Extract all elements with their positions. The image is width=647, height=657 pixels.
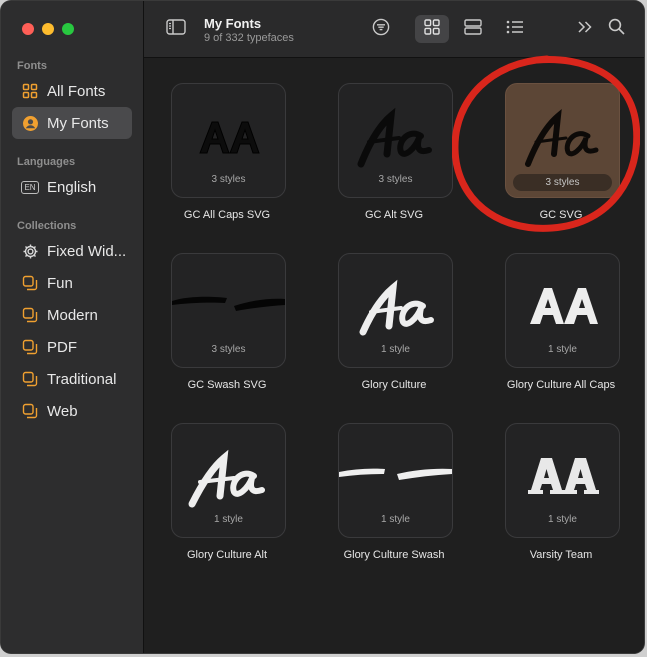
font-card-glory-culture-alt[interactable]: 1 style — [171, 423, 286, 538]
font-grid: 3 styles GC All Caps SVG 3 styles GC Alt… — [144, 58, 644, 653]
style-count: 1 style — [214, 514, 243, 525]
font-card-varsity-team[interactable]: 1 style — [505, 423, 620, 538]
font-book-window: Fonts All Fonts My Fonts Languages EN En… — [1, 1, 644, 653]
sidebar-section-collections: Collections — [17, 220, 77, 232]
more-toolbar-button[interactable] — [568, 15, 602, 43]
sidebar-item-label: Web — [47, 402, 78, 420]
font-card-glory-culture-all-caps[interactable]: 1 style — [505, 253, 620, 368]
window-controls — [22, 23, 74, 35]
font-name: Glory Culture All Caps — [506, 379, 616, 391]
zoom-window-button[interactable] — [62, 23, 74, 35]
style-count: 1 style — [548, 344, 577, 355]
font-card-gc-swash-svg[interactable]: 3 styles — [171, 253, 286, 368]
font-name: Glory Culture — [361, 379, 427, 391]
sidebar-item-label: Fun — [47, 274, 73, 292]
toolbar: My Fonts 9 of 332 typefaces — [144, 1, 644, 58]
collection-icon — [21, 370, 39, 388]
font-card-gc-svg[interactable]: 3 styles — [505, 83, 620, 198]
sidebar-item-label: English — [47, 178, 97, 196]
sidebar-item-fixed-width[interactable]: Fixed Wid... — [12, 235, 132, 267]
collection-icon — [21, 402, 39, 420]
font-name: GC All Caps SVG — [183, 209, 271, 221]
sidebar-item-traditional[interactable]: Traditional — [12, 363, 132, 395]
sidebar-item-english[interactable]: EN English — [12, 171, 132, 203]
list-view-button[interactable] — [498, 15, 532, 43]
font-card-gc-all-caps-svg[interactable]: 3 styles — [171, 83, 286, 198]
sidebar-item-modern[interactable]: Modern — [12, 299, 132, 331]
font-card-gc-alt-svg[interactable]: 3 styles — [338, 83, 453, 198]
collection-icon — [21, 274, 39, 292]
sample-view-button[interactable] — [456, 15, 490, 43]
minimize-window-button[interactable] — [42, 23, 54, 35]
sidebar-item-label: My Fonts — [47, 114, 109, 132]
grid-view-button[interactable] — [415, 15, 449, 43]
sidebar-item-label: Fixed Wid... — [47, 242, 127, 260]
style-count: 3 styles — [211, 344, 246, 355]
typeface-count: 9 of 332 typefaces — [204, 32, 294, 44]
sample-view-icon — [464, 18, 482, 40]
sidebar-item-my-fonts[interactable]: My Fonts — [12, 107, 132, 139]
search-icon — [608, 18, 625, 40]
font-card-glory-culture-swash[interactable]: 1 style — [338, 423, 453, 538]
font-name: Glory Culture Swash — [343, 549, 445, 561]
font-name: GC SVG — [539, 209, 583, 221]
sidebar-item-label: Traditional — [47, 370, 117, 388]
sidebar-item-fun[interactable]: Fun — [12, 267, 132, 299]
filter-button[interactable] — [364, 15, 398, 43]
sidebar-item-label: All Fonts — [47, 82, 106, 100]
sidebar-item-pdf[interactable]: PDF — [12, 331, 132, 363]
style-count: 1 style — [381, 514, 410, 525]
filter-icon — [372, 18, 390, 41]
gear-icon — [21, 242, 39, 260]
collection-icon — [21, 338, 39, 356]
font-name: GC Swash SVG — [187, 379, 267, 391]
sidebar-item-label: PDF — [47, 338, 77, 356]
person-circle-icon — [21, 114, 39, 132]
sidebar-section-fonts: Fonts — [17, 60, 47, 72]
sidebar-item-web[interactable]: Web — [12, 395, 132, 427]
font-name: Glory Culture Alt — [186, 549, 268, 561]
style-count: 3 styles — [211, 174, 246, 185]
window-title: My Fonts — [204, 16, 262, 31]
style-count: 1 style — [548, 514, 577, 525]
style-count: 1 style — [381, 344, 410, 355]
chevron-more-icon — [577, 20, 593, 39]
language-badge: EN — [21, 178, 39, 196]
sidebar: Fonts All Fonts My Fonts Languages EN En… — [1, 1, 144, 653]
sidebar-toggle-button[interactable] — [159, 15, 193, 43]
collection-icon — [21, 306, 39, 324]
list-view-icon — [506, 20, 524, 39]
sidebar-toggle-icon — [166, 18, 186, 40]
style-count: 3 styles — [378, 174, 413, 185]
font-name: GC Alt SVG — [364, 209, 424, 221]
sidebar-item-label: Modern — [47, 306, 98, 324]
close-window-button[interactable] — [22, 23, 34, 35]
sidebar-section-languages: Languages — [17, 156, 76, 168]
font-name: Varsity Team — [529, 549, 593, 561]
search-button[interactable] — [599, 15, 633, 43]
grid-view-icon — [424, 18, 440, 40]
style-count: 3 styles — [513, 174, 612, 191]
grid-icon — [21, 82, 39, 100]
sidebar-item-all-fonts[interactable]: All Fonts — [12, 75, 132, 107]
font-card-glory-culture[interactable]: 1 style — [338, 253, 453, 368]
